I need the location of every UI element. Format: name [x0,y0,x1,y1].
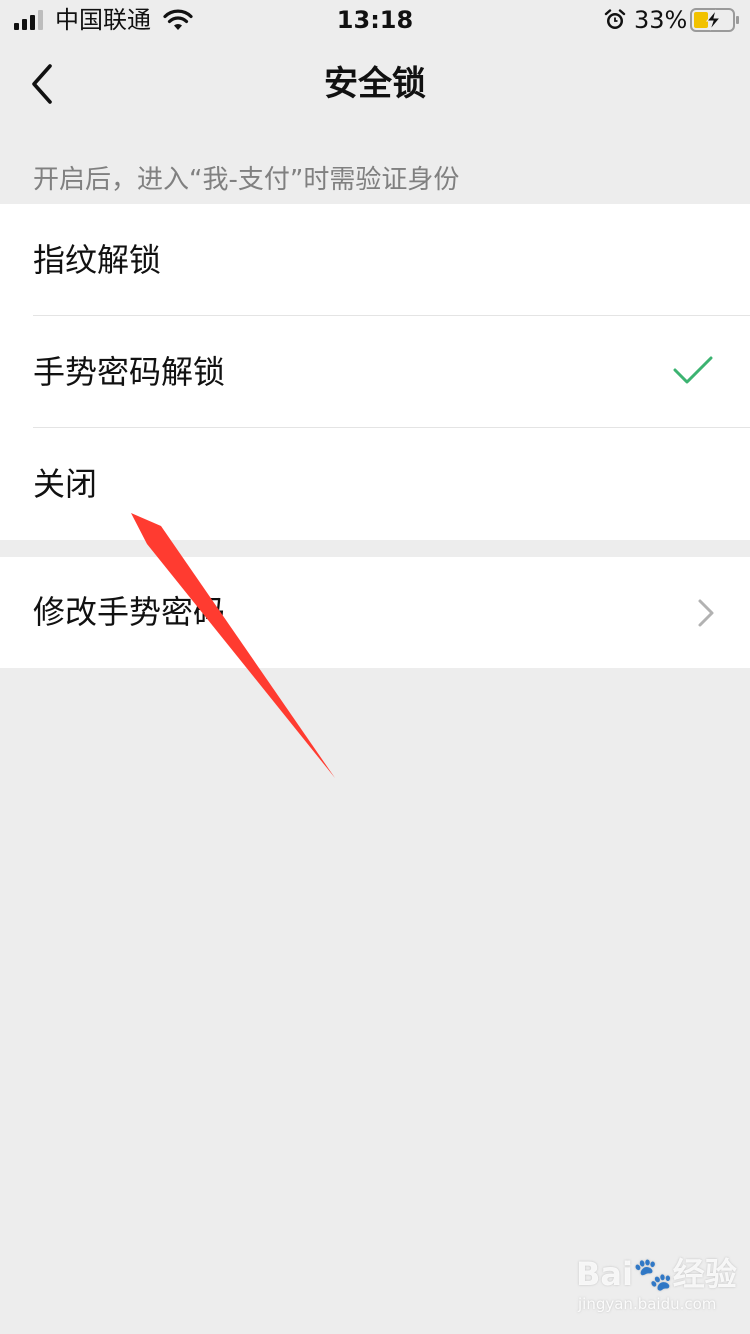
checkmark-icon [673,356,713,384]
option-gesture-unlock[interactable]: 手势密码解锁 [0,316,750,428]
battery-percent: 33% [634,6,688,34]
option-label: 关闭 [33,465,98,503]
modify-gesture-password[interactable]: 修改手势密码 [0,557,750,668]
section-hint: 开启后，进入“我-支付”时需验证身份 [33,165,460,195]
page-title: 安全锁 [324,64,426,104]
option-label: 手势密码解锁 [33,353,226,391]
watermark-logo-text: Bai🐾经验 [576,1255,737,1293]
baidu-watermark: Bai🐾经验 jingyan.baidu.com [576,1254,737,1320]
status-bar: 中国联通 13:18 33% [0,0,750,40]
battery-charging-icon [690,8,739,32]
chevron-right-icon [698,599,714,627]
watermark-url: jingyan.baidu.com [578,1295,717,1313]
wifi-icon [163,9,193,30]
lock-options-group: 指纹解锁 手势密码解锁 关闭 [0,204,750,540]
modify-label: 修改手势密码 [33,593,226,631]
option-fingerprint-unlock[interactable]: 指纹解锁 [0,204,750,316]
alarm-icon [604,9,626,29]
signal-icon [14,10,43,30]
option-off[interactable]: 关闭 [0,428,750,540]
option-label: 指纹解锁 [33,241,162,279]
nav-bar: 安全锁 [0,40,750,128]
carrier-name: 中国联通 [55,6,151,34]
modify-group: 修改手势密码 [0,557,750,668]
